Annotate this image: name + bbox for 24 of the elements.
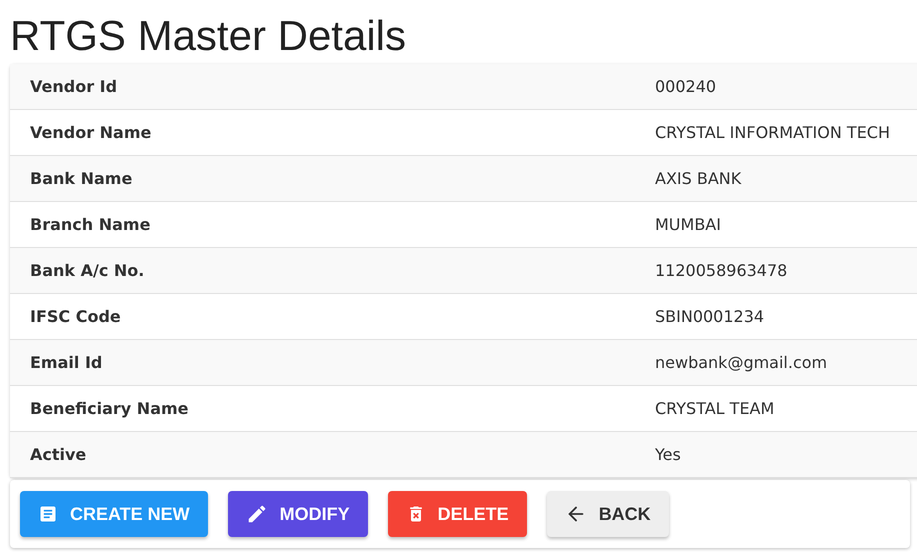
- field-label: Vendor Name: [29, 122, 152, 144]
- field-label: IFSC Code: [29, 306, 122, 328]
- delete-button[interactable]: DELETE: [388, 491, 527, 537]
- document-icon: [38, 504, 58, 524]
- create-button[interactable]: CREATE NEW: [20, 491, 208, 537]
- field-value: MUMBAI: [655, 214, 721, 236]
- modify-button[interactable]: MODIFY: [228, 491, 368, 537]
- page-title: RTGS Master Details: [9, 11, 406, 60]
- field-value: CRYSTAL TEAM: [655, 398, 774, 420]
- field-label: Bank Name: [29, 168, 134, 190]
- field-value: newbank@gmail.com: [655, 352, 828, 374]
- field-label: Vendor Id: [29, 76, 118, 98]
- field-value: 1120058963478: [655, 260, 788, 282]
- field-label: Active: [29, 444, 88, 466]
- field-value: Yes: [655, 444, 681, 466]
- field-value: CRYSTAL INFORMATION TECH: [655, 122, 890, 144]
- field-value: 000240: [655, 76, 716, 98]
- field-label: Email Id: [29, 352, 104, 374]
- field-value: AXIS BANK: [655, 168, 742, 190]
- back-button[interactable]: BACK: [546, 491, 669, 537]
- field-value: SBIN0001234: [655, 306, 764, 328]
- field-label: Beneficiary Name: [29, 398, 190, 420]
- field-label: Branch Name: [29, 214, 152, 236]
- field-label: Bank A/c No.: [29, 260, 146, 282]
